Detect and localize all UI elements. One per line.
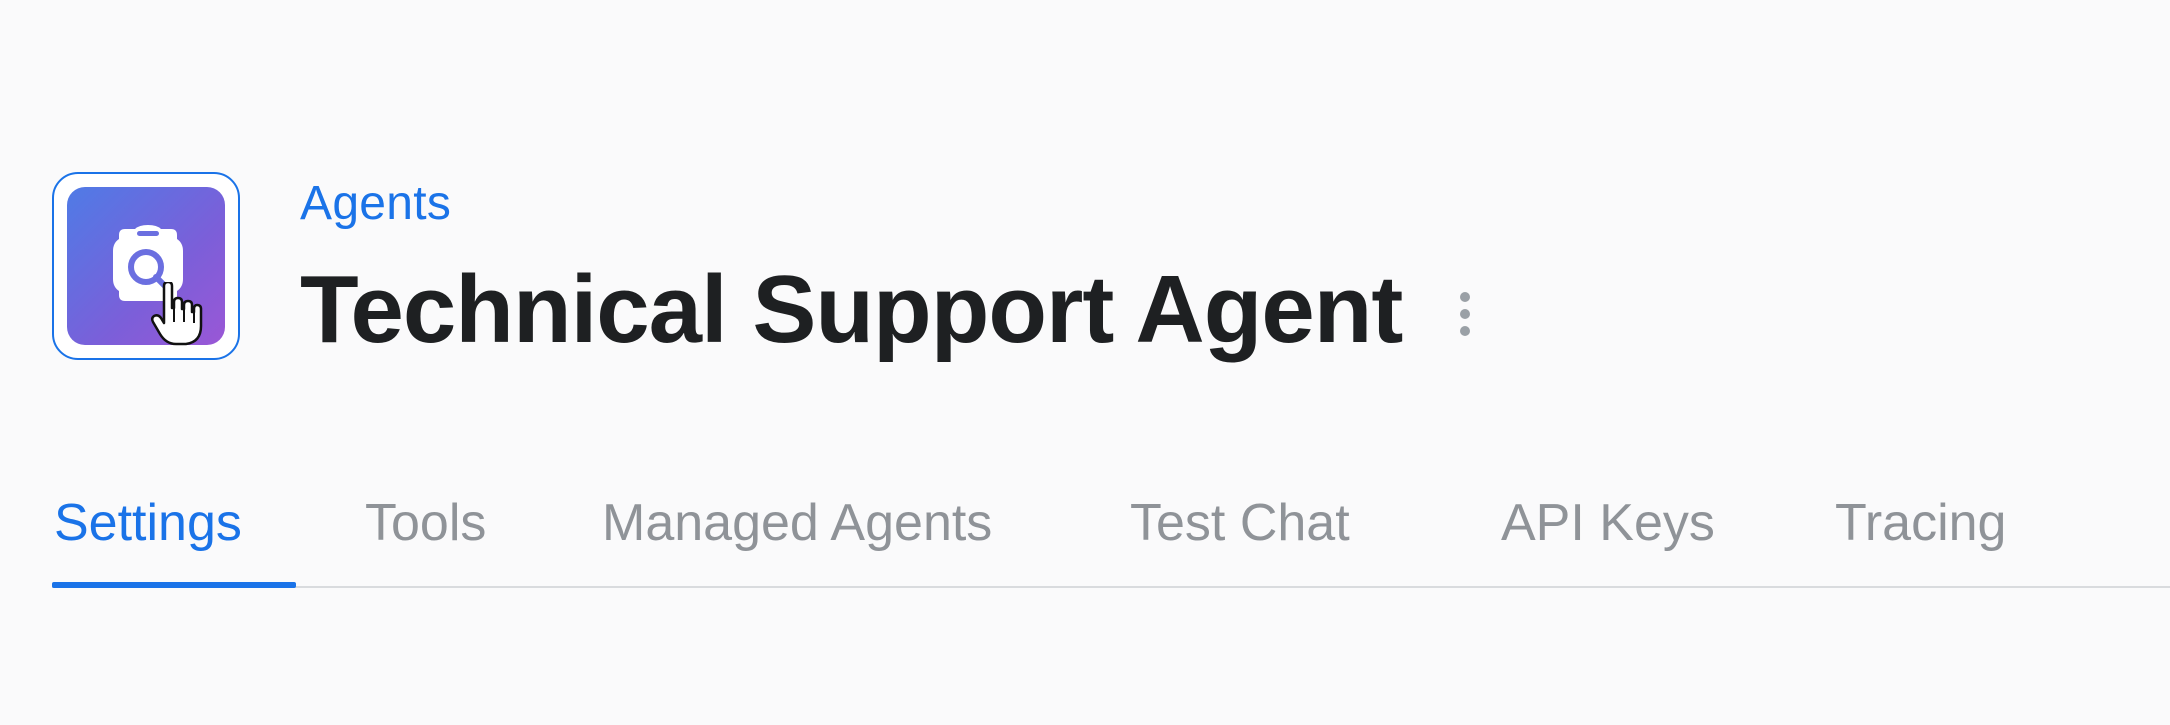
title-block: Agents Technical Support Agent <box>300 172 1476 358</box>
tab-settings[interactable]: Settings <box>54 488 242 586</box>
active-tab-indicator <box>52 582 296 588</box>
tab-bar: Settings Tools Managed Agents Test Chat … <box>52 488 2170 588</box>
agent-header: Agents Technical Support Agent <box>52 172 1476 360</box>
tab-test-chat[interactable]: Test Chat <box>1130 488 1350 586</box>
kebab-menu-icon[interactable] <box>1454 288 1476 340</box>
kebab-dot <box>1460 292 1471 302</box>
tab-tools[interactable]: Tools <box>365 488 486 586</box>
title-row: Technical Support Agent <box>300 262 1476 358</box>
breadcrumb-agents-link[interactable]: Agents <box>300 180 1476 228</box>
agent-page: Agents Technical Support Agent Settings … <box>0 0 2170 725</box>
kebab-dot <box>1460 309 1471 319</box>
agent-avatar[interactable] <box>52 172 240 360</box>
tab-tracing[interactable]: Tracing <box>1835 488 2006 586</box>
kebab-dot <box>1460 326 1471 336</box>
page-title: Technical Support Agent <box>300 256 1403 363</box>
tab-api-keys[interactable]: API Keys <box>1501 488 1715 586</box>
tab-managed-agents[interactable]: Managed Agents <box>602 488 992 586</box>
hand-pointer-icon <box>150 282 203 346</box>
